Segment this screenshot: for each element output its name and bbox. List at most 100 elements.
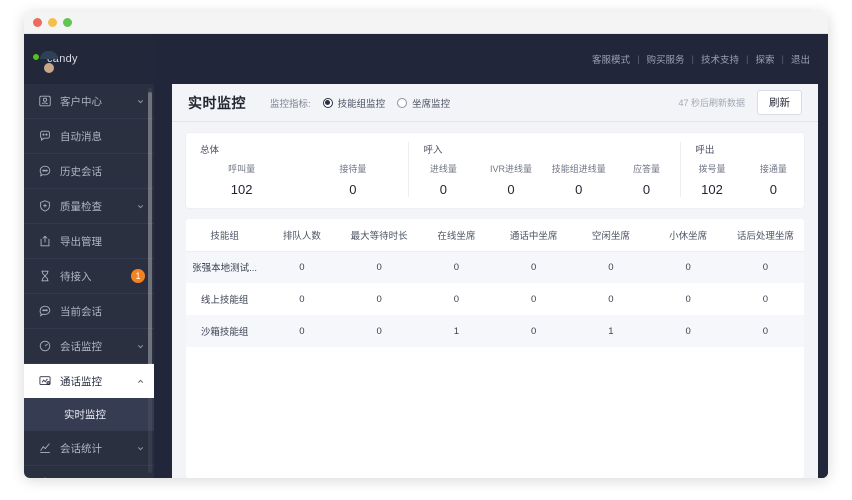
sidebar-nav: 客户中心 自动消息 历史会话 质量检查 导出管理 待接入 1 当前会话 会话监控…: [24, 84, 154, 478]
cell-break-agents: 0: [685, 325, 691, 337]
radio-skill-group-monitor[interactable]: 技能组监控: [322, 96, 385, 110]
sidebar-item-label: 质量检查: [60, 200, 102, 213]
stat-group-title: 呼出: [695, 145, 715, 156]
sidebar-item-auto-message[interactable]: 自动消息: [24, 119, 154, 154]
stat-cell-connected-volume: 接通量 0: [743, 162, 804, 197]
realtime-monitor-panel: 实时监控 监控指标: 技能组监控 坐席监控 47 秒后刷新数据 刷新 总体 呼叫…: [172, 84, 818, 478]
cell-acw-agents: 0: [762, 325, 769, 337]
column-header-queue-count: 排队人数: [263, 219, 341, 252]
cell-online-agents: 0: [453, 293, 460, 305]
sidebar-item-export-management[interactable]: 导出管理: [24, 224, 154, 259]
stat-value: 0: [507, 182, 515, 197]
contact-card-icon: [37, 94, 52, 109]
chevron-down-icon: [137, 344, 144, 348]
chevron-down-icon: [137, 204, 144, 208]
column-header-talking-agents: 通话中坐席: [495, 219, 573, 252]
sidebar-scrollbar-thumb[interactable]: [148, 92, 152, 392]
top-link-logout[interactable]: 退出: [791, 52, 810, 66]
pie-chart-icon: [37, 476, 52, 478]
call-monitor-icon: [37, 374, 52, 389]
stat-cell-call-volume: 呼叫量 102: [186, 162, 297, 197]
minimize-window-button[interactable]: [48, 18, 57, 27]
sidebar-item-label: 导出管理: [60, 235, 102, 248]
close-window-button[interactable]: [33, 18, 42, 27]
sidebar-item-history-session[interactable]: 历史会话: [24, 154, 154, 189]
stat-value: 102: [230, 182, 253, 197]
stat-cells: 进线量 0 IVR进线量 0 技能组进线量 0 应答量 0: [409, 162, 680, 197]
main-area: 客服模式 | 购买服务 | 技术支持 | 探索 | 退出 实时监控 监控指标:: [154, 34, 828, 478]
gauge-icon: [37, 339, 52, 354]
sidebar-item-call-statistics[interactable]: 通话统计: [24, 466, 154, 479]
sidebar-item-label: 自动消息: [60, 130, 102, 143]
cell-queue-count: 0: [299, 261, 305, 273]
cell-online-agents: 1: [453, 325, 460, 337]
stat-value: 102: [701, 182, 723, 197]
table-row[interactable]: 沙箱技能组 0 0 1 0 1 0 0: [186, 315, 804, 347]
nav-separator: |: [781, 53, 784, 65]
sidebar-item-label: 待接入: [60, 270, 92, 283]
cell-skill-group: 沙箱技能组: [200, 327, 249, 338]
app-window: candy 客户中心 自动消息 历史会话 质量检查 导出管理 待接入 1 当前会…: [24, 12, 828, 478]
column-header-skill-group: 技能组: [186, 219, 264, 252]
column-header-acw-agents: 话后处理坐席: [726, 219, 804, 252]
stat-label: 进线量: [429, 164, 457, 174]
cell-queue-count: 0: [299, 325, 305, 337]
cell-talking-agents: 0: [530, 293, 537, 305]
top-nav-links: 客服模式 | 购买服务 | 技术支持 | 探索 | 退出: [592, 52, 810, 67]
chevron-up-icon: [137, 379, 144, 383]
table-body: 张强本地测试... 0 0 0 0 0 0 0 线上技能组 0 0 0 0 0 …: [186, 251, 804, 347]
top-link-explore[interactable]: 探索: [756, 52, 775, 66]
robot-message-icon: [37, 129, 52, 144]
top-link-service-mode[interactable]: 客服模式: [592, 52, 630, 66]
status-badge: 1: [131, 269, 145, 283]
table-row[interactable]: 张强本地测试... 0 0 0 0 0 0 0: [186, 251, 804, 283]
table-row[interactable]: 线上技能组 0 0 0 0 0 0 0: [186, 283, 804, 315]
stat-label: 拨号量: [698, 164, 726, 174]
chevron-down-icon: [137, 99, 144, 103]
radio-agent-monitor[interactable]: 坐席监控: [397, 96, 450, 110]
sidebar: candy 客户中心 自动消息 历史会话 质量检查 导出管理 待接入 1 当前会…: [24, 34, 154, 478]
stat-label: 接待量: [339, 164, 367, 174]
export-icon: [37, 234, 52, 249]
sidebar-subitem-realtime-monitor[interactable]: 实时监控: [24, 399, 154, 431]
stat-group-overall: 总体 呼叫量 102 接待量 0: [186, 142, 408, 197]
cell-online-agents: 0: [453, 261, 460, 273]
hourglass-icon: [37, 269, 52, 284]
sidebar-item-customer-center[interactable]: 客户中心: [24, 84, 154, 119]
nav-separator: |: [746, 53, 749, 65]
column-header-break-agents: 小休坐席: [649, 219, 727, 252]
panel-header-right: 47 秒后刷新数据 刷新: [678, 90, 802, 115]
stat-cell-skillgroup-inbound-volume: 技能组进线量 0: [545, 162, 613, 197]
sidebar-item-quality-check[interactable]: 质量检查: [24, 189, 154, 224]
column-header-idle-agents: 空闲坐席: [572, 219, 650, 252]
radio-dot-icon: [397, 97, 408, 108]
maximize-window-button[interactable]: [63, 18, 72, 27]
sidebar-item-current-session[interactable]: 当前会话: [24, 294, 154, 329]
top-link-buy-service[interactable]: 购买服务: [647, 52, 685, 66]
sidebar-item-session-statistics[interactable]: 会话统计: [24, 431, 154, 466]
stat-group-outbound: 呼出 拨号量 102 接通量 0: [680, 142, 804, 197]
cell-max-wait-time: 0: [376, 261, 382, 273]
top-link-tech-support[interactable]: 技术支持: [701, 52, 739, 66]
skill-group-table-card: 技能组 排队人数 最大等待时长 在线坐席 通话中坐席 空闲坐席 小休坐席 话后处…: [186, 219, 804, 478]
line-chart-icon: [37, 441, 52, 456]
stat-label: 呼叫量: [228, 164, 256, 174]
chat-dots-icon: [37, 304, 52, 319]
sidebar-item-call-monitor[interactable]: 通话监控: [24, 364, 154, 399]
stat-value: 0: [769, 182, 777, 197]
cell-max-wait-time: 0: [376, 325, 382, 337]
refresh-button[interactable]: 刷新: [757, 90, 802, 115]
panel-header: 实时监控 监控指标: 技能组监控 坐席监控 47 秒后刷新数据 刷新: [172, 84, 818, 122]
stat-value: 0: [575, 182, 583, 197]
cell-idle-agents: 1: [608, 325, 614, 337]
sidebar-item-pending-access[interactable]: 待接入 1: [24, 259, 154, 294]
sidebar-item-session-monitor[interactable]: 会话监控: [24, 329, 154, 364]
radio-label: 坐席监控: [412, 98, 451, 110]
stat-label: 技能组进线量: [551, 164, 606, 174]
stat-label: 接通量: [759, 164, 787, 174]
stat-value: 0: [439, 182, 447, 197]
sidebar-item-label: 会话监控: [60, 340, 102, 353]
cell-max-wait-time: 0: [376, 293, 382, 305]
cell-idle-agents: 0: [608, 261, 614, 273]
online-dot-icon: [32, 53, 40, 61]
